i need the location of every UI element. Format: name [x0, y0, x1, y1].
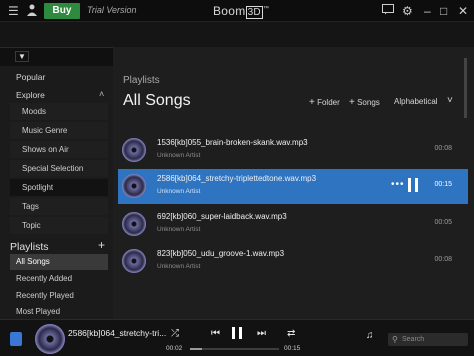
- sidebar-item-popular[interactable]: Popular: [16, 72, 45, 82]
- playlist-item-recently-played[interactable]: Recently Played: [10, 288, 108, 304]
- track-artist: Unknown Artist: [157, 226, 201, 233]
- playlist-item-all-songs[interactable]: All Songs: [10, 254, 108, 270]
- track-duration: 00:15: [434, 181, 452, 188]
- sidebar-item-explore[interactable]: Explore: [16, 90, 45, 100]
- add-songs-button[interactable]: + Songs: [349, 97, 380, 108]
- player-bar: 2586[kb]064_stretchy-tri... ⤮ ⏮ ⏭ ⇄ 00:0…: [0, 319, 474, 356]
- track-title: 692[kb]060_super-laidback.wav.mp3: [157, 212, 287, 221]
- playlist-item-recently-added[interactable]: Recently Added: [10, 271, 108, 287]
- progress-bar[interactable]: [190, 348, 279, 350]
- close-icon[interactable]: ✕: [458, 4, 468, 18]
- track-duration: 00:05: [434, 219, 452, 226]
- track-title: 823[kb]050_udu_groove-1.wav.mp3: [157, 249, 285, 258]
- track-duration: 00:08: [434, 145, 452, 152]
- sidebar-item-shows-on-air[interactable]: Shows on Air: [10, 141, 108, 158]
- pause-icon[interactable]: [232, 327, 242, 339]
- sort-dropdown[interactable]: Alphabetical: [394, 97, 438, 106]
- track-row[interactable]: 1536[kb]055_brain-broken-skank.wav.mp3 U…: [118, 133, 468, 168]
- app-logo: Boom 3D ™: [213, 4, 270, 19]
- trial-version-label: Trial Version: [87, 5, 137, 15]
- track-duration: 00:08: [434, 256, 452, 263]
- add-playlist-icon[interactable]: +: [98, 238, 105, 252]
- sidebar-item-topic[interactable]: Topic: [10, 217, 108, 234]
- scrollbar[interactable]: [464, 58, 467, 118]
- track-artist: Unknown Artist: [157, 188, 201, 195]
- search-icon: ⚲: [392, 335, 398, 344]
- elapsed-time: 00:02: [166, 345, 183, 352]
- total-time: 00:15: [284, 345, 301, 352]
- repeat-icon[interactable]: ⇄: [287, 328, 295, 339]
- queue-icon[interactable]: [10, 332, 22, 346]
- title-bar: ☰ Buy Trial Version Boom 3D ™ ⚙ – □ ✕: [0, 0, 474, 22]
- add-folder-button[interactable]: + Folder: [309, 97, 340, 108]
- next-icon[interactable]: ⏭: [257, 328, 266, 339]
- breadcrumb[interactable]: Playlists: [123, 75, 160, 86]
- album-art: [122, 138, 146, 162]
- shuffle-icon[interactable]: ⤮: [171, 328, 179, 339]
- search-input[interactable]: ⚲ Search: [388, 333, 468, 346]
- plus-icon: +: [349, 97, 355, 108]
- sidebar-header: ▼: [0, 48, 113, 66]
- feedback-icon[interactable]: [382, 4, 394, 18]
- pause-icon[interactable]: [408, 178, 418, 192]
- progress-fill: [190, 348, 202, 350]
- user-icon[interactable]: [27, 4, 37, 19]
- main-panel: Playlists All Songs + Folder + Songs Alp…: [113, 47, 474, 319]
- more-options-icon[interactable]: •••: [391, 179, 405, 190]
- sidebar: ▼ Popular Explore ˄ Moods Music Genre Sh…: [0, 47, 113, 319]
- chevron-down-icon[interactable]: ˅: [447, 95, 453, 106]
- previous-icon[interactable]: ⏮: [211, 328, 220, 339]
- playlists-heading: Playlists: [10, 241, 49, 253]
- track-artist: Unknown Artist: [157, 152, 201, 159]
- playlist-item-most-played[interactable]: Most Played: [10, 304, 108, 320]
- sidebar-item-music-genre[interactable]: Music Genre: [10, 122, 108, 139]
- collapse-menu-icon[interactable]: ▼: [15, 51, 29, 62]
- album-art: [122, 212, 146, 236]
- settings-icon[interactable]: ⚙: [402, 4, 413, 18]
- chevron-up-icon[interactable]: ˄: [99, 89, 104, 99]
- minimize-icon[interactable]: –: [424, 4, 431, 18]
- plus-icon: +: [309, 97, 315, 108]
- page-title: All Songs: [123, 92, 191, 109]
- album-art: [122, 249, 146, 273]
- equalizer-icon[interactable]: ♫: [366, 330, 374, 341]
- track-row[interactable]: 823[kb]050_udu_groove-1.wav.mp3 Unknown …: [118, 244, 468, 279]
- track-row-playing[interactable]: 2586[kb]064_stretchy-triplettedtone.wav.…: [118, 169, 468, 204]
- track-row[interactable]: 692[kb]060_super-laidback.wav.mp3 Unknow…: [118, 207, 468, 242]
- sidebar-item-spotlight[interactable]: Spotlight: [10, 179, 108, 196]
- track-title: 1536[kb]055_brain-broken-skank.wav.mp3: [157, 138, 308, 147]
- sidebar-item-tags[interactable]: Tags: [10, 198, 108, 215]
- track-artist: Unknown Artist: [157, 263, 201, 270]
- now-playing-art: [35, 324, 65, 354]
- menu-icon[interactable]: ☰: [8, 4, 19, 18]
- now-playing-title: 2586[kb]064_stretchy-tri...: [68, 328, 167, 338]
- sidebar-item-special-selection[interactable]: Special Selection: [10, 160, 108, 177]
- maximize-icon[interactable]: □: [440, 4, 447, 18]
- sidebar-item-moods[interactable]: Moods: [10, 103, 108, 120]
- buy-button[interactable]: Buy: [44, 3, 80, 19]
- track-title: 2586[kb]064_stretchy-triplettedtone.wav.…: [157, 174, 317, 183]
- album-art: [122, 174, 146, 198]
